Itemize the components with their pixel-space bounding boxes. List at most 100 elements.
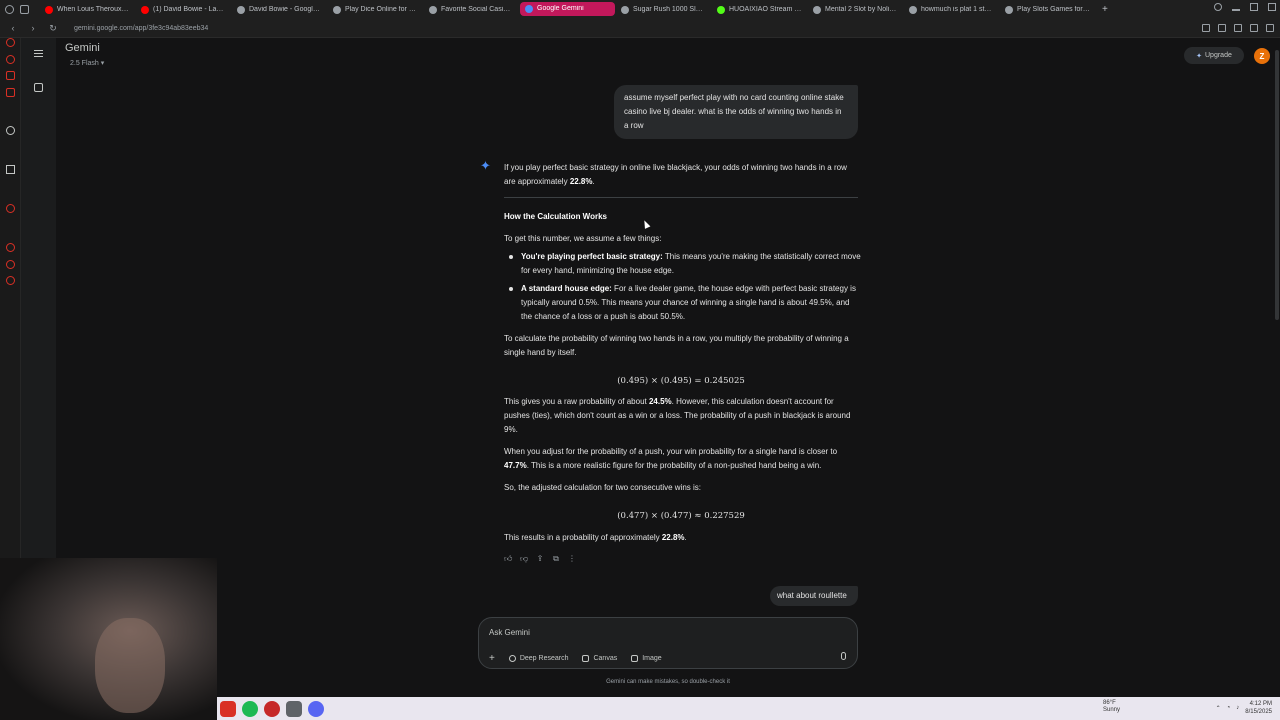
reload-icon[interactable]: ↻ [46, 23, 60, 34]
tab-actions-icon[interactable] [20, 5, 29, 14]
sidebar-app-icon[interactable] [6, 126, 15, 135]
minimize-icon[interactable] [1232, 9, 1240, 11]
new-chat-icon[interactable] [34, 83, 43, 92]
copy-icon[interactable]: ⧉ [552, 555, 560, 563]
disclaimer: Gemini can make mistakes, so double-chec… [606, 679, 730, 685]
browser-tab[interactable]: When Louis Theroux Met [40, 2, 135, 18]
sidebar-app-icon[interactable] [6, 260, 15, 269]
extension-icon[interactable] [1202, 24, 1210, 32]
browser-tab[interactable]: Sugar Rush 1000 Slot by [616, 2, 711, 18]
forward-icon[interactable]: › [26, 23, 40, 33]
browser-tab[interactable]: HUOAIXIAO Stream - Wat [712, 2, 807, 18]
browser-tab[interactable]: howmuch is plat 1 stake [904, 2, 999, 18]
response-text: This results in a probability of approxi… [504, 533, 662, 542]
list-item-title: A standard house edge: [521, 284, 612, 293]
share-icon[interactable]: ⇪ [536, 555, 544, 563]
browser-menu-icon[interactable] [5, 5, 14, 14]
prompt-input[interactable]: Ask Gemini [489, 628, 530, 637]
share-icon[interactable] [1218, 24, 1226, 32]
sidebar-app-icon[interactable] [6, 55, 15, 64]
canvas-icon [582, 655, 590, 662]
sidebar-app-icon[interactable] [6, 38, 15, 47]
settings-icon[interactable] [6, 276, 15, 285]
taskbar-app-icon[interactable] [286, 700, 302, 717]
clock[interactable]: 4:12 PM 8/15/2025 [1245, 700, 1272, 716]
tab-label: Play Dice Online for Fun [345, 6, 418, 13]
adjusted-line: So, the adjusted calculation for two con… [504, 483, 701, 492]
browser-tab[interactable]: Play Dice Online for Fun [328, 2, 423, 18]
deep-research-label: Deep Research [519, 655, 569, 662]
image-button[interactable]: Image [631, 655, 662, 662]
response-text: When you adjust for the probability of a… [504, 447, 838, 456]
user-message: assume myself perfect play with no card … [614, 85, 858, 139]
canvas-label: Canvas [593, 655, 618, 662]
new-tab-button[interactable]: + [1096, 4, 1114, 15]
response-highlight: 22.8% [569, 177, 593, 186]
taskbar-app-icon[interactable] [242, 700, 258, 717]
model-label: 2.5 Flash [70, 60, 99, 67]
browser-tab[interactable]: David Bowie - Google Se [232, 2, 327, 18]
browser-tab[interactable]: Favorite Social Casino G [424, 2, 519, 18]
canvas-button[interactable]: Canvas [582, 655, 617, 662]
taskbar-app-icon[interactable] [220, 700, 236, 717]
calc-line: To calculate the probability of winning … [504, 334, 849, 357]
tab-favicon-icon [141, 5, 149, 14]
x-icon[interactable] [6, 165, 15, 174]
deep-research-button[interactable]: Deep Research [508, 655, 569, 662]
weather-temp: 86°F [1103, 700, 1116, 706]
response-text: . This is a more realistic figure for th… [526, 461, 822, 470]
network-icon[interactable]: ◔ [1227, 705, 1231, 711]
weather-desc: Sunny [1103, 707, 1121, 713]
model-selector[interactable]: 2.5 Flash ▾ [70, 59, 104, 67]
browser-tab[interactable]: Play Slots Games for Free [1000, 2, 1095, 18]
browser-tab[interactable]: Mental 2 Slot by Nolimit [808, 2, 903, 18]
sparkle-icon: ✦ [1196, 52, 1202, 60]
thumbs-down-icon[interactable]: 👎︎ [520, 555, 528, 563]
profile-icon[interactable] [1250, 24, 1258, 32]
back-icon[interactable]: ‹ [6, 23, 20, 33]
prompt-tools: + Deep Research Canvas Image [489, 653, 662, 664]
browser-tab[interactable]: Google Gemini [520, 1, 615, 16]
main-menu-icon[interactable] [34, 50, 43, 57]
tab-label: Play Slots Games for Free [1017, 6, 1090, 13]
section-heading: How the Calculation Works [504, 212, 607, 221]
sidebar-app-icon[interactable] [6, 71, 15, 80]
browser-tab[interactable]: (1) David Bowie - Lazarus [136, 2, 231, 18]
volume-icon[interactable]: ♪ [1236, 705, 1239, 711]
tab-favicon-icon [237, 5, 245, 14]
window-controls [1214, 3, 1276, 11]
upgrade-label: Upgrade [1205, 52, 1232, 59]
maximize-icon[interactable] [1250, 3, 1258, 11]
extension-icons [1202, 24, 1274, 32]
add-button[interactable]: + [489, 653, 495, 664]
response-intro: If you play perfect basic strategy in on… [504, 161, 860, 189]
tab-label: howmuch is plat 1 stake [921, 6, 994, 13]
address-bar: ‹ › ↻ gemini.google.com/app/3fe3c94ab83e… [0, 19, 1280, 38]
url-field[interactable]: gemini.google.com/app/3fe3c94ab83eeb34 [74, 25, 208, 32]
history-icon[interactable] [6, 243, 15, 252]
avatar[interactable]: Z [1254, 48, 1270, 64]
image-icon [631, 655, 639, 662]
taskbar-app-icon[interactable] [264, 700, 280, 717]
taskbar-app-icon[interactable] [308, 700, 324, 717]
sidebar-app-icon[interactable] [6, 88, 15, 97]
assume-line: To get this number, we assume a few thin… [504, 234, 662, 243]
scrollbar[interactable] [1275, 50, 1279, 320]
taskbar: 86°F Sunny ⌃ ◔ ♪ 4:12 PM 8/15/2025 [217, 697, 1280, 720]
tab-favicon-icon [525, 4, 533, 13]
chevron-up-icon[interactable]: ⌃ [1216, 705, 1221, 712]
download-icon[interactable] [1234, 24, 1242, 32]
weather-widget[interactable]: 86°F Sunny [1103, 700, 1120, 714]
close-icon[interactable] [1268, 3, 1276, 11]
gemini-side-rail [21, 38, 56, 558]
math-equation: (0.495) × (0.495) = 0.245025 [617, 376, 745, 386]
webcam-overlay [0, 558, 217, 720]
microphone-icon[interactable] [841, 652, 846, 660]
search-tabs-icon[interactable] [1214, 3, 1222, 11]
thumbs-up-icon[interactable]: 👍︎ [504, 555, 512, 563]
sidebar-app-icon[interactable] [6, 204, 15, 213]
more-menu-icon[interactable] [1266, 24, 1274, 32]
upgrade-button[interactable]: ✦ Upgrade [1184, 47, 1244, 64]
more-options-icon[interactable]: ⋮ [568, 555, 576, 563]
tab-label: Google Gemini [537, 5, 584, 12]
